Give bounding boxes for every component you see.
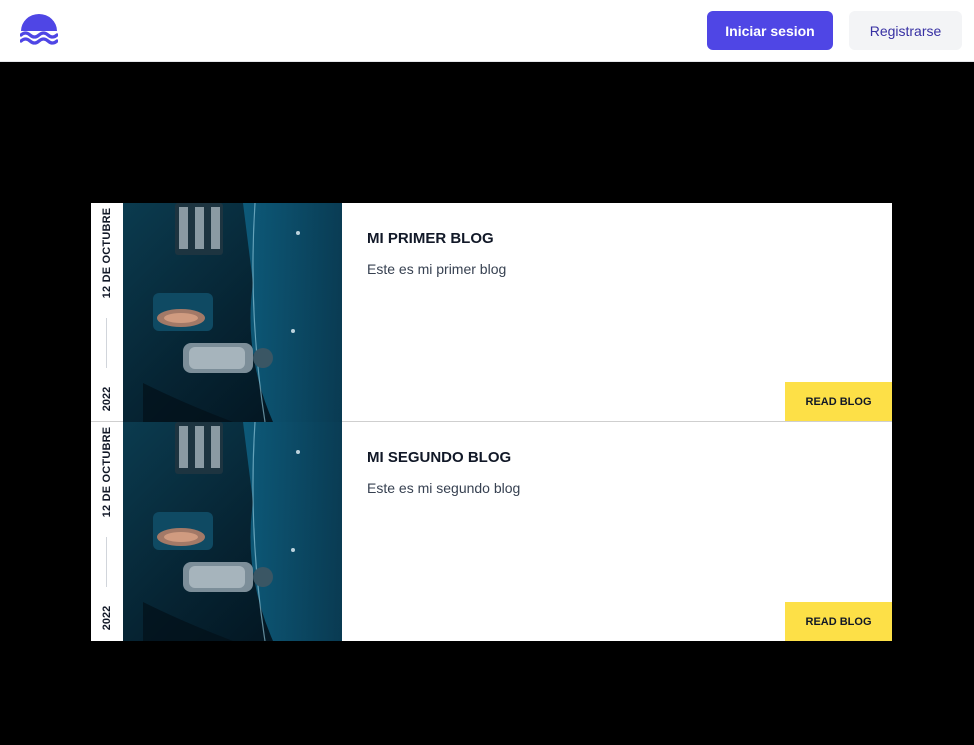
date-divider: [106, 537, 107, 587]
blog-thumbnail[interactable]: [123, 422, 342, 641]
blog-date-day: 12 DE OCTUBRE: [101, 207, 113, 299]
blog-date-day: 12 DE OCTUBRE: [101, 426, 113, 518]
blog-title[interactable]: MI PRIMER BLOG: [367, 230, 494, 247]
blog-title[interactable]: MI SEGUNDO BLOG: [367, 449, 511, 466]
blog-date-year: 2022: [101, 386, 113, 412]
blog-date: 12 DE OCTUBRE 2022: [91, 203, 123, 421]
blog-date-year: 2022: [101, 605, 113, 631]
blog-excerpt: Este es mi segundo blog: [367, 480, 521, 496]
blog-card: 12 DE OCTUBRE 2022: [91, 203, 892, 422]
register-button[interactable]: Registrarse: [849, 11, 962, 50]
wave-logo-icon[interactable]: [20, 14, 58, 48]
login-button[interactable]: Iniciar sesion: [707, 11, 833, 50]
blog-date: 12 DE OCTUBRE 2022: [91, 422, 123, 641]
top-navbar: Iniciar sesion Registrarse: [0, 0, 974, 62]
blog-excerpt: Este es mi primer blog: [367, 261, 507, 277]
blog-content: MI PRIMER BLOG Este es mi primer blog RE…: [342, 203, 892, 421]
blog-card: 12 DE OCTUBRE 2022: [91, 422, 892, 641]
read-blog-button[interactable]: READ BLOG: [785, 602, 892, 641]
read-blog-button[interactable]: READ BLOG: [785, 382, 892, 421]
blog-thumbnail[interactable]: [123, 203, 342, 422]
blog-content: MI SEGUNDO BLOG Este es mi segundo blog …: [342, 422, 892, 641]
date-divider: [106, 318, 107, 368]
blog-list: 12 DE OCTUBRE 2022 MI PRIMER BLOG Este e…: [91, 203, 892, 641]
